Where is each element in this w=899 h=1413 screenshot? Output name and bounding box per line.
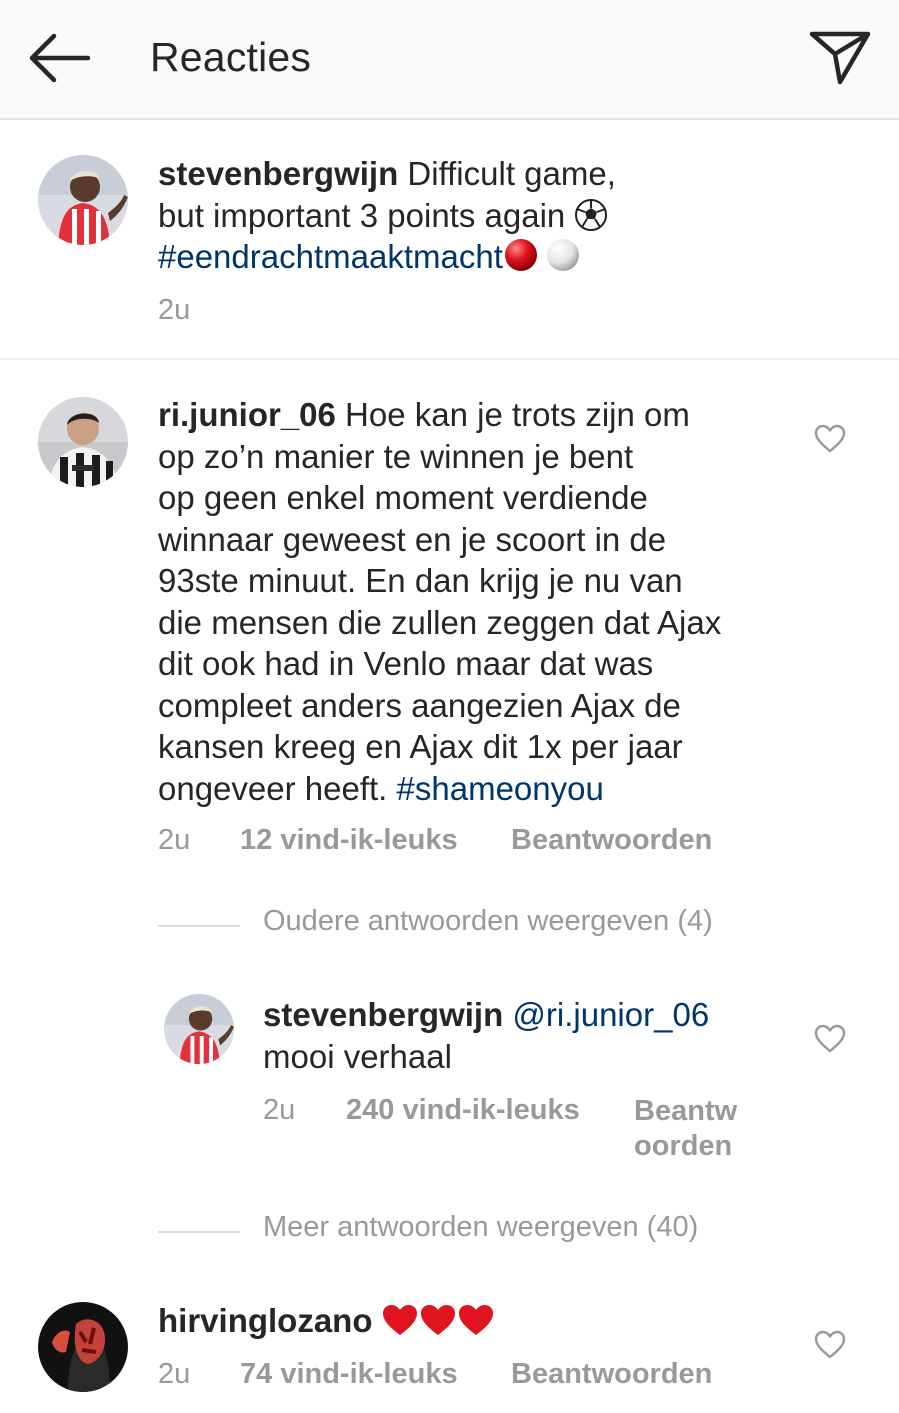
comment-time: 2u	[158, 824, 191, 856]
reply-body: mooi verhaal	[263, 1037, 452, 1075]
reply-time: 2u	[263, 1094, 296, 1126]
caption-username[interactable]: stevenbergwijn	[158, 155, 398, 192]
caption-time: 2u	[158, 294, 191, 326]
reply-reply-button[interactable]: Beantw oorden	[634, 1094, 737, 1164]
comment-line: die mensen die zullen zeggen dat Ajax	[158, 603, 722, 641]
caption-line2: but important 3 points again	[158, 196, 575, 234]
comment-line: op zo’n manier te winnen je bent	[158, 437, 634, 475]
header-bar: Reacties	[0, 0, 899, 120]
reply-label[interactable]: Beantwoorden	[511, 1358, 712, 1390]
reply-label-line1[interactable]: Beantw	[634, 1095, 737, 1127]
caption-divider	[0, 358, 899, 360]
caption-hashtag[interactable]: #eendrachtmaaktmacht	[158, 238, 503, 275]
avatar-ri-junior-06[interactable]	[38, 397, 128, 487]
soccer-ball-icon	[575, 198, 608, 231]
comment-line: compleet anders aangezien Ajax de	[158, 686, 681, 724]
avatar-stevenbergwijn-reply[interactable]	[164, 994, 234, 1064]
comment-line: op geen enkel moment verdiende	[158, 479, 648, 516]
older-replies-toggle[interactable]: Oudere antwoorden weergeven (4)	[158, 905, 758, 945]
heart-icon	[814, 424, 846, 453]
reply-label[interactable]: Beantwoorden	[511, 824, 712, 856]
older-replies-label[interactable]: Oudere antwoorden weergeven (4)	[263, 905, 713, 938]
comment-line: dit ook had in Venlo maar dat was	[158, 645, 654, 682]
more-replies-label[interactable]: Meer antwoorden weergeven (40)	[263, 1211, 698, 1244]
caption-text: stevenbergwijn Difficult game, but impor…	[158, 153, 858, 278]
comment-reply-button[interactable]: Beantwoorden	[511, 824, 712, 857]
comment-time: 2u	[158, 1358, 191, 1390]
arrow-left-icon	[29, 33, 91, 83]
paper-plane-icon	[809, 31, 871, 85]
comment-username[interactable]: hirvinglozano	[158, 1302, 373, 1339]
likes-count[interactable]: 12 vind-ik-leuks	[240, 824, 458, 856]
share-button[interactable]	[806, 24, 872, 90]
comment-ri-junior-06-text: ri.junior_06 Hoe kan je trots zijn om op…	[158, 394, 798, 809]
heart-emoji-icon	[420, 1305, 455, 1335]
comment-username[interactable]: ri.junior_06	[158, 396, 336, 433]
likes-count[interactable]: 240 vind-ik-leuks	[346, 1094, 580, 1126]
more-replies-toggle[interactable]: Meer antwoorden weergeven (40)	[158, 1211, 758, 1251]
comment-likes[interactable]: 12 vind-ik-leuks	[240, 824, 458, 857]
comment-hirvinglozano-text: hirvinglozano	[158, 1300, 778, 1342]
reply-likes[interactable]: 240 vind-ik-leuks	[346, 1094, 580, 1127]
heart-emoji-icon	[382, 1305, 417, 1335]
heart-icon	[814, 1330, 846, 1359]
avatar-hirvinglozano[interactable]	[38, 1302, 128, 1392]
reply-text: stevenbergwijn @ri.junior_06 mooi verhaa…	[263, 994, 783, 1077]
comment-line: kansen kreeg en Ajax dit 1x per jaar	[158, 728, 683, 765]
caption-line1: Difficult game,	[398, 155, 616, 192]
comment-line: winnaar geweest en je scoort in de	[158, 520, 667, 558]
comment-likes[interactable]: 74 vind-ik-leuks	[240, 1358, 458, 1391]
reply-label-line2[interactable]: oorden	[634, 1130, 732, 1162]
like-button[interactable]	[814, 1024, 846, 1054]
comment-hashtag[interactable]: #shameonyou	[397, 770, 604, 807]
heart-emoji-icon	[458, 1305, 493, 1335]
like-button[interactable]	[814, 1330, 846, 1360]
avatar-stevenbergwijn[interactable]	[38, 155, 128, 245]
toggle-line	[158, 1231, 240, 1233]
red-circle-icon	[504, 239, 537, 271]
page-title: Reacties	[150, 34, 312, 80]
white-circle-icon	[546, 239, 579, 271]
heart-icon	[814, 1024, 846, 1053]
back-button[interactable]	[26, 30, 92, 86]
toggle-line	[158, 925, 240, 927]
comment-line: ongeveer heeft.	[158, 769, 397, 807]
likes-count[interactable]: 74 vind-ik-leuks	[240, 1358, 458, 1390]
like-button[interactable]	[814, 424, 846, 454]
comment-reply-button[interactable]: Beantwoorden	[511, 1358, 712, 1391]
comment-line: Hoe kan je trots zijn om	[335, 396, 690, 433]
reply-username[interactable]: stevenbergwijn	[263, 996, 503, 1033]
comment-line: 93ste minuut. En dan krijg je nu van	[158, 562, 683, 599]
reply-mention[interactable]: @ri.junior_06	[512, 996, 709, 1033]
